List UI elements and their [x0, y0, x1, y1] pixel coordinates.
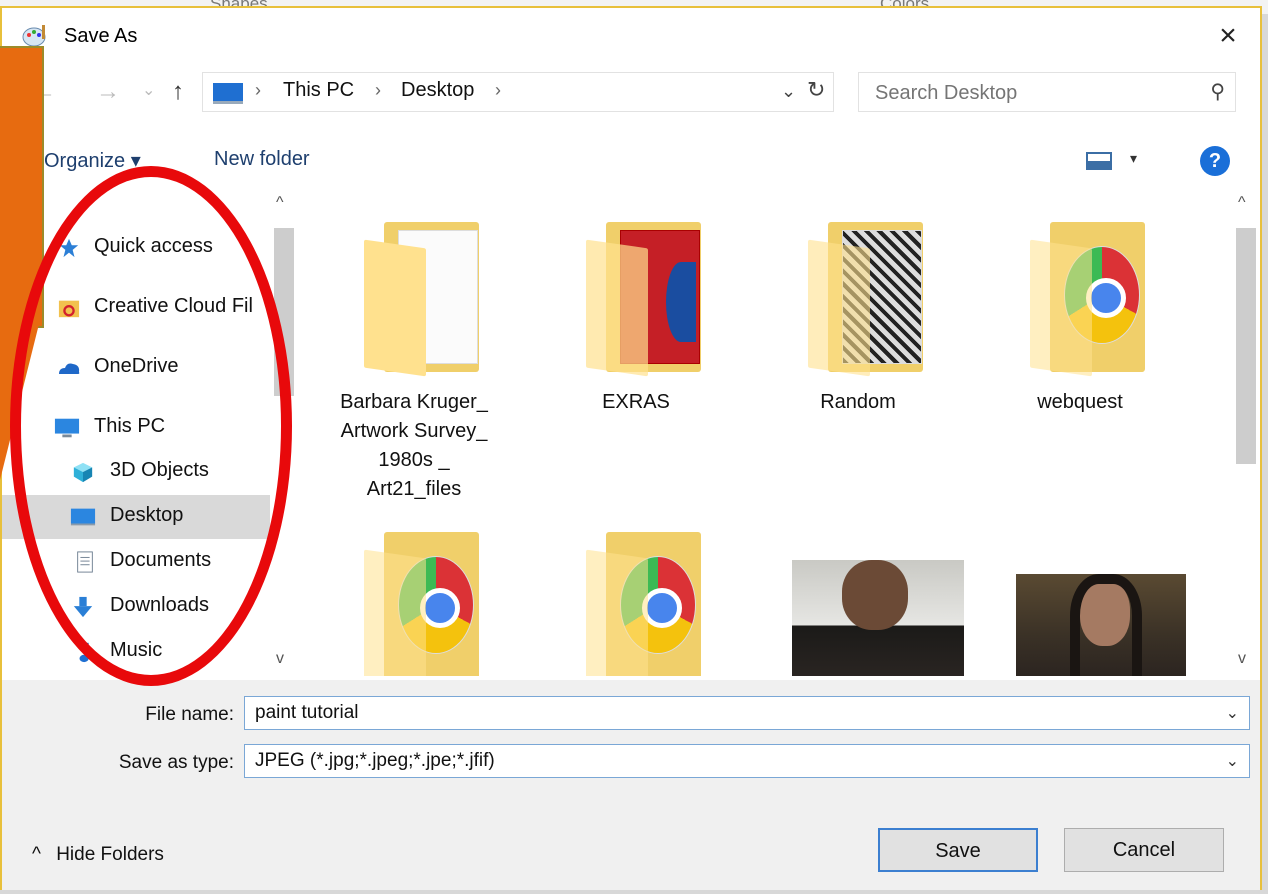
- folder-icon: [586, 532, 706, 676]
- breadcrumb-separator: ›: [255, 80, 261, 100]
- file-name: Barbara Kruger_: [340, 391, 488, 413]
- folder-icon: [586, 222, 706, 377]
- file-name: webquest: [1037, 391, 1123, 413]
- dialog-title: Save As: [64, 25, 138, 47]
- save-as-type-label: Save as type:: [118, 752, 234, 773]
- annotation-highlight-ellipse: [10, 166, 292, 686]
- recent-locations-icon[interactable]: ⌄: [142, 80, 155, 100]
- folder-icon: [808, 222, 928, 377]
- address-bar[interactable]: › This PC › Desktop › ⌄ ↻: [202, 72, 834, 112]
- file-name: EXRAS: [602, 391, 670, 413]
- file-name-line-group: Barbara Kruger_ Artwork Survey_ 1980s _ …: [314, 388, 514, 504]
- file-name: Random: [820, 391, 896, 413]
- scroll-down-icon[interactable]: v: [276, 650, 284, 668]
- search-box[interactable]: ⚲: [858, 72, 1236, 113]
- command-toolbar: Organize ▾ New folder ▾ ?: [2, 140, 1260, 180]
- up-arrow-icon[interactable]: ↑: [172, 78, 184, 106]
- refresh-icon[interactable]: ↻: [807, 77, 825, 103]
- scroll-down-icon[interactable]: v: [1238, 650, 1246, 668]
- folder-icon: [1030, 222, 1150, 377]
- search-icon[interactable]: ⚲: [1210, 79, 1225, 104]
- close-icon[interactable]: ×: [1210, 18, 1246, 54]
- breadcrumb-desktop[interactable]: Desktop: [401, 79, 474, 102]
- file-list-scrollbar[interactable]: ^ v: [1230, 192, 1260, 676]
- save-options-panel: File name: paint tutorial ⌄ Save as type…: [2, 680, 1260, 890]
- scroll-up-icon[interactable]: ^: [276, 194, 284, 212]
- navigation-bar: ← → ⌄ ↑ › This PC › Desktop › ⌄ ↻ ⚲: [2, 68, 1260, 124]
- forward-arrow-icon[interactable]: →: [96, 78, 120, 106]
- folder-icon: [364, 532, 484, 676]
- paint-palette-icon: [22, 25, 46, 47]
- file-name-label: File name:: [145, 704, 234, 725]
- search-input[interactable]: [859, 73, 1197, 113]
- file-name: Artwork Survey_: [340, 420, 488, 442]
- file-name: Art21_files: [366, 478, 462, 500]
- save-as-type-select[interactable]: JPEG (*.jpg;*.jpeg;*.jpe;*.jfif) ⌄: [244, 744, 1250, 778]
- computer-icon: [213, 83, 243, 104]
- photo-thumbnail: [792, 560, 964, 676]
- help-icon[interactable]: ?: [1200, 146, 1230, 176]
- scrollbar-thumb[interactable]: [1236, 228, 1256, 464]
- view-dropdown-icon[interactable]: ▾: [1130, 150, 1137, 167]
- file-name-field[interactable]: paint tutorial ⌄: [244, 696, 1250, 730]
- photo-thumbnail: [1016, 574, 1186, 676]
- file-name: 1980s _: [378, 449, 450, 471]
- chevron-down-icon[interactable]: ⌄: [1226, 703, 1239, 723]
- scroll-up-icon[interactable]: ^: [1238, 194, 1246, 212]
- cancel-button[interactable]: Cancel: [1064, 828, 1224, 872]
- new-folder-button[interactable]: New folder: [214, 148, 310, 171]
- hide-folders-button[interactable]: ^ Hide Folders: [32, 844, 164, 866]
- folder-icon: [364, 222, 484, 377]
- chevron-up-icon: ^: [32, 844, 41, 865]
- chevron-down-icon[interactable]: ⌄: [1226, 751, 1239, 771]
- chevron-down-icon[interactable]: ⌄: [781, 81, 796, 102]
- file-name-value[interactable]: paint tutorial: [255, 702, 359, 724]
- title-bar: Save As ×: [2, 8, 1260, 62]
- file-list: Barbara Kruger_ Artwork Survey_ 1980s _ …: [304, 192, 1230, 676]
- hide-folders-label: Hide Folders: [56, 844, 164, 865]
- view-options-icon[interactable]: [1086, 152, 1112, 170]
- breadcrumb-separator: ›: [495, 80, 501, 100]
- save-as-type-value: JPEG (*.jpg;*.jpeg;*.jpe;*.jfif): [255, 750, 495, 771]
- save-button[interactable]: Save: [878, 828, 1038, 872]
- breadcrumb-separator: ›: [375, 80, 381, 100]
- breadcrumb-this-pc[interactable]: This PC: [283, 79, 354, 102]
